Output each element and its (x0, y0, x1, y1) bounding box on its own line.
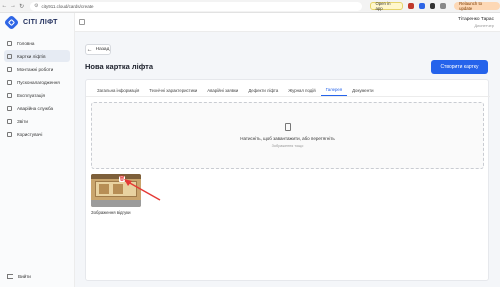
sidebar-item-label: Користувачі (17, 131, 43, 137)
app-header: Тітаренко Тарас Диспетчер (75, 13, 500, 32)
file-icon (284, 123, 291, 131)
user-name: Тітаренко Тарас (457, 17, 494, 22)
sidebar-item-lift-cards[interactable]: Картки ліфтів (4, 50, 70, 62)
user-menu[interactable]: Тітаренко Тарас Диспетчер (458, 17, 494, 28)
logout-button[interactable]: Вийти (7, 274, 31, 279)
tab-technical[interactable]: Технічні характеристики (144, 84, 202, 96)
browser-toolbar: ← → ↻ ⚙ city911.cloud/cards/create Open … (0, 0, 500, 13)
back-button[interactable]: ← Назад (85, 44, 111, 55)
main-content: ← Назад Нова картка ліфта Створити картк… (75, 32, 500, 287)
sidebar-item-emergency[interactable]: Аварійна служба (4, 102, 70, 114)
sidebar: CITI ЛІФТ Головна Картки ліфтів Монтажні… (0, 13, 75, 287)
reports-icon (7, 118, 12, 124)
tab-divider (86, 96, 490, 97)
form-card: Загальна інформація Технічні характерист… (85, 79, 490, 281)
sidebar-item-label: Монтажні роботи (17, 66, 54, 72)
annotation-arrow (124, 179, 161, 201)
brand-name: CITI ЛІФТ (23, 19, 58, 26)
sidebar-item-reports[interactable]: Звіти (4, 115, 70, 127)
home-icon (7, 40, 12, 46)
cards-icon (7, 53, 12, 59)
sidebar-item-label: Головна (17, 40, 35, 46)
arrow-left-icon: ← (86, 46, 93, 53)
relaunch-update-button[interactable]: Relaunch to update (454, 1, 500, 11)
back-label: Назад (95, 47, 110, 52)
address-bar[interactable]: ⚙ city911.cloud/cards/create (30, 1, 363, 11)
brand-logo[interactable]: CITI ЛІФТ (3, 14, 58, 31)
sidebar-item-home[interactable]: Головна (4, 37, 70, 49)
logo-icon (3, 14, 20, 31)
open-in-app-button[interactable]: Open in app (370, 1, 403, 11)
sidebar-item-operation[interactable]: Експлуатація (4, 89, 70, 101)
settings-icon (7, 79, 12, 85)
tab-defects[interactable]: Дефекти ліфта (243, 84, 283, 96)
logout-label: Вийти (18, 274, 31, 279)
sidebar-item-label: Аварійна служба (17, 105, 54, 111)
users-icon (7, 131, 12, 137)
tab-emergency-requests[interactable]: Аварійні заявки (202, 84, 243, 96)
tab-gallery[interactable]: Галерея (320, 84, 348, 96)
profile-icon[interactable] (440, 3, 447, 9)
site-info-icon[interactable]: ⚙ (34, 3, 38, 9)
wrench-icon (7, 66, 12, 72)
sidebar-item-label: Картки ліфтів (17, 53, 46, 59)
sidebar-item-installation[interactable]: Монтажні роботи (4, 63, 70, 75)
extension-icon[interactable] (418, 3, 425, 9)
sidebar-item-users[interactable]: Користувачі (4, 128, 70, 140)
image-caption: Зображення відгуки (91, 210, 131, 215)
upload-dropzone[interactable]: Натисніть, щоб завантажити, або перетягн… (91, 102, 484, 169)
alert-icon (7, 105, 12, 111)
sidebar-item-label: Пусконалагодження (17, 79, 60, 85)
user-role: Диспетчер (474, 23, 494, 28)
logout-icon (7, 274, 13, 279)
reload-icon[interactable]: ↻ (17, 2, 26, 11)
back-nav-icon[interactable]: ← (0, 2, 9, 11)
create-card-button[interactable]: Створити картку (431, 60, 488, 74)
sidebar-item-commissioning[interactable]: Пусконалагодження (4, 76, 70, 88)
dropzone-subtext: Зображення тощо (271, 144, 304, 148)
extension-icon[interactable] (429, 3, 436, 9)
sidebar-item-label: Звіти (17, 118, 28, 124)
dropzone-text: Натисніть, щоб завантажити, або перетягн… (240, 136, 335, 141)
sidebar-toggle-icon[interactable] (79, 19, 85, 25)
forward-nav-icon[interactable]: → (9, 2, 18, 11)
tab-documents[interactable]: Документи (347, 84, 378, 96)
page-title: Нова картка ліфта (85, 62, 154, 71)
sidebar-menu: Головна Картки ліфтів Монтажні роботи Пу… (4, 37, 70, 141)
url-text: city911.cloud/cards/create (41, 3, 94, 9)
sidebar-item-label: Експлуатація (17, 92, 46, 98)
tab-event-log[interactable]: Журнал подій (283, 84, 320, 96)
tab-general[interactable]: Загальна інформація (92, 84, 144, 96)
extension-icon[interactable] (408, 3, 414, 9)
tab-bar: Загальна інформація Технічні характерист… (92, 84, 379, 96)
operation-icon (7, 92, 12, 98)
